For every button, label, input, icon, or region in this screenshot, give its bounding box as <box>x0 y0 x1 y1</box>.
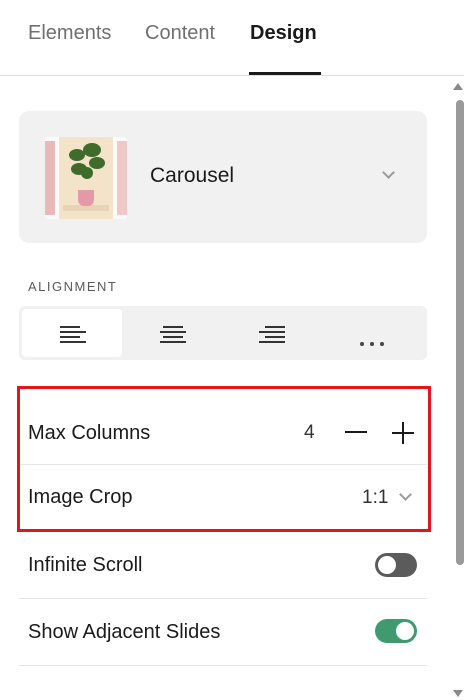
align-center-icon <box>160 326 186 344</box>
infinite-scroll-toggle[interactable] <box>375 553 417 577</box>
layout-selector[interactable]: Carousel <box>19 111 427 243</box>
align-right-button[interactable] <box>224 309 324 357</box>
tab-design[interactable]: Design <box>250 22 317 45</box>
highlight-box <box>17 386 431 532</box>
more-options-icon <box>360 333 390 351</box>
align-left-button[interactable] <box>22 309 122 357</box>
adjacent-slides-label: Show Adjacent Slides <box>28 621 221 643</box>
design-panel: Elements Content Design Carousel ALIGNME… <box>0 0 464 700</box>
align-right-icon <box>259 326 285 344</box>
scrollbar-thumb[interactable] <box>456 100 464 565</box>
align-center-button[interactable] <box>123 309 223 357</box>
layout-thumbnail <box>45 137 127 219</box>
adjacent-slides-toggle[interactable] <box>375 619 417 643</box>
adjacent-slides-row: Show Adjacent Slides <box>19 600 427 666</box>
layout-name: Carousel <box>150 164 235 187</box>
more-alignment-button[interactable] <box>324 309 424 357</box>
align-left-icon <box>60 326 86 344</box>
tab-elements[interactable]: Elements <box>28 22 111 45</box>
infinite-scroll-label: Infinite Scroll <box>28 554 143 576</box>
scroll-down-arrow-icon[interactable] <box>453 690 463 697</box>
active-tab-indicator <box>249 72 321 75</box>
scroll-up-arrow-icon[interactable] <box>453 83 463 90</box>
tab-bar: Elements Content Design <box>0 0 464 76</box>
tab-content[interactable]: Content <box>145 22 215 45</box>
divider <box>19 665 427 666</box>
alignment-segmented-control <box>19 306 427 360</box>
alignment-label: ALIGNMENT <box>28 279 118 294</box>
divider <box>19 598 427 599</box>
chevron-down-icon <box>382 166 395 179</box>
infinite-scroll-row: Infinite Scroll <box>19 533 427 599</box>
